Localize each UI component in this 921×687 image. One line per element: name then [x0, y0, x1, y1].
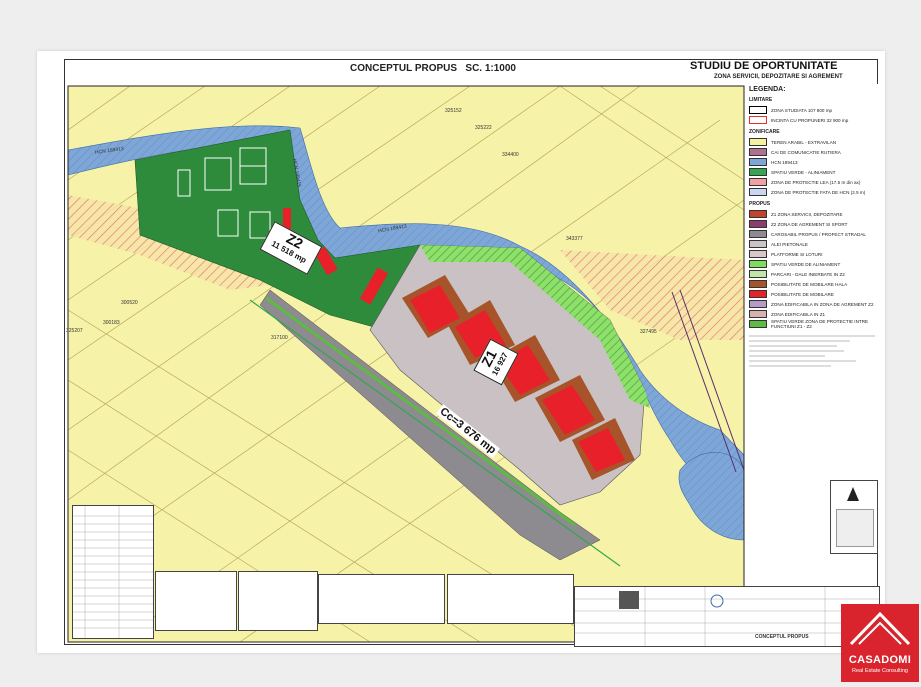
legend-item: SPATIU VERDE - ALINIAMENT	[749, 167, 878, 177]
legend-item: TEREN ARABIL - EXTRAVILAN	[749, 137, 878, 147]
legend-item: ALEI PIETONALE	[749, 239, 878, 249]
legend-title: LEGENDA:	[749, 86, 786, 93]
legend-section: PROPUS	[749, 201, 771, 207]
legend-section: LIMITARE	[749, 97, 773, 103]
logo-name: CASADOMI	[848, 654, 912, 666]
parcel-label: 317100	[271, 335, 288, 341]
study-title: STUDIU DE OPORTUNITATE	[690, 60, 838, 72]
casadomi-logo: CASADOMI Real Estate Consulting	[841, 604, 919, 682]
table-grid	[73, 506, 153, 638]
legend-item: ZONA EDIFICABILA IN Z1	[749, 309, 878, 319]
legend-item: SPATIU VERDE ZONA DE PROTECTIE INTRE FUN…	[749, 319, 878, 329]
legend-item: ZONA EDIFICABILA IN ZONA DE AGREMENT Z2	[749, 299, 878, 309]
legend-item: POSIBILITATE DE MOBILARE HALA	[749, 279, 878, 289]
parcel-label: 300183	[103, 320, 120, 326]
parcel-label: 327495	[640, 329, 657, 335]
title-block: CONCEPTUL PROPUS	[574, 586, 880, 647]
legend-item: ZONA STUDIATA 107 800 mp	[749, 105, 878, 115]
legend-item: Z1 ZONA SERVICII, DEPOZITARE	[749, 209, 878, 219]
study-subtitle: ZONA SERVICII, DEPOZITARE SI AGREMENT	[714, 74, 843, 80]
parcel-label: 325207	[66, 328, 83, 334]
legend-item: CAROSABIL PROPUS / PROFECT STRADAL	[749, 229, 878, 239]
legend-item: Z2 ZONA DE AGREMENT SI SPORT	[749, 219, 878, 229]
title-block-grid	[575, 587, 879, 646]
legend-notes-placeholder	[749, 335, 875, 367]
parcel-label: 325222	[475, 125, 492, 131]
logo-tagline: Real Estate Consulting	[852, 668, 908, 674]
north-arrow-icon	[847, 487, 859, 501]
parcel-table-left	[155, 571, 237, 631]
parcel-label: 343377	[566, 236, 583, 242]
legend-section: ZONIFICARE	[749, 129, 780, 135]
balance-table-proposed	[447, 574, 574, 624]
legend-item: INCINTA CU PROPUNERI 32 900 mp	[749, 115, 878, 125]
legend-item: ZONA DE PROTECTIE LEA (17.5 m din ax)	[749, 177, 878, 187]
legend-item: ZONA DE PROTECTIE FATA DE HCN (2.5 m)	[749, 187, 878, 197]
parcel-label: 334400	[502, 152, 519, 158]
legend-panel: LEGENDA: LIMITARE ZONA STUDIATA 107 800 …	[746, 84, 878, 484]
legend-item: PARCARI - DALE INIERBATE IN Z2	[749, 269, 878, 279]
coordinates-table	[72, 505, 154, 639]
legend-item: HCN 189413	[749, 157, 878, 167]
house-roof-icon	[849, 611, 911, 646]
balance-table-existing	[318, 574, 445, 624]
title-block-drawing-name: CONCEPTUL PROPUS	[755, 634, 809, 640]
legend-item: POSIBILITATE DE MOBILARE	[749, 289, 878, 299]
parcel-label: 325152	[445, 108, 462, 114]
legend-item: SPATIU VERDE DE ALINIAMENT	[749, 259, 878, 269]
parcel-label: 300520	[121, 300, 138, 306]
drawing-title: CONCEPTUL PROPUS SC. 1:1000	[350, 63, 516, 74]
legend-item: PLATFORME SI LOTURI	[749, 249, 878, 259]
legend-item: CAI DE COMUNICATIE RUTIERA	[749, 147, 878, 157]
location-inset	[830, 480, 878, 554]
parcel-table-mid	[238, 571, 318, 631]
